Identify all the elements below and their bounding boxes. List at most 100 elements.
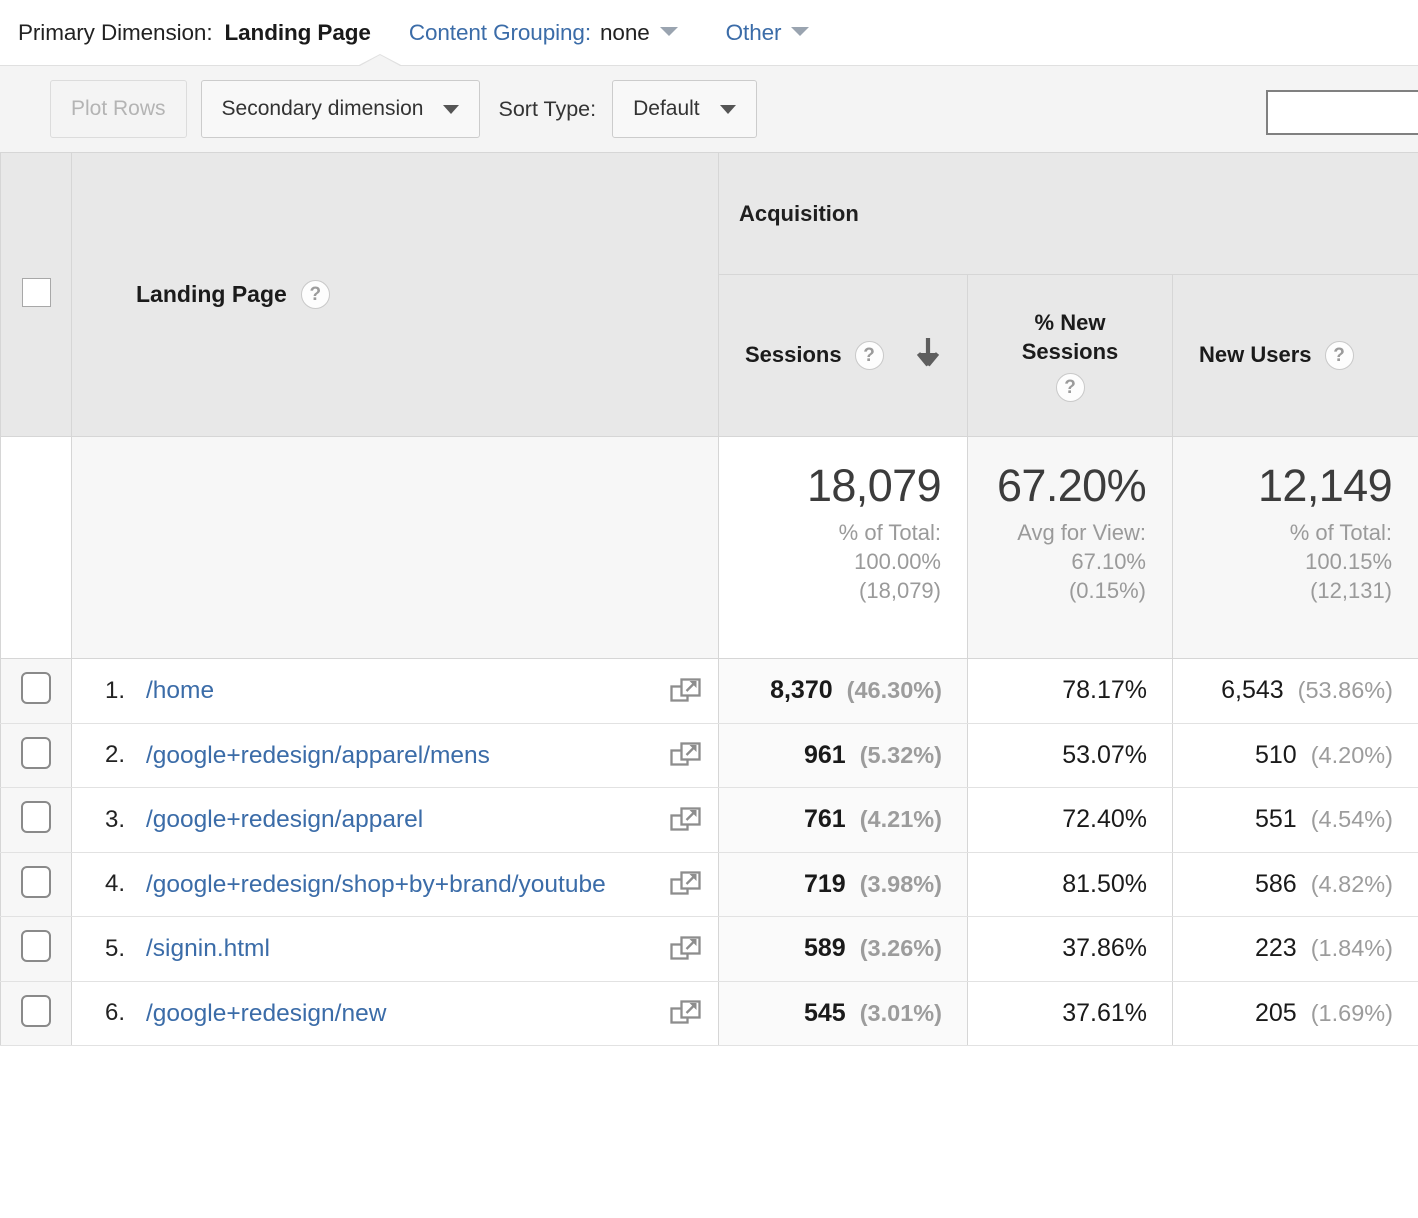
secondary-dimension-dropdown[interactable]: Secondary dimension [200, 80, 481, 138]
other-dimension-selector[interactable]: Other [726, 20, 810, 46]
table-totals-row: 18,079 % of Total: 100.00% (18,079) 67.2… [0, 436, 1418, 659]
row-select-cell [0, 852, 72, 918]
totals-new-users-sub3: (12,131) [1310, 578, 1393, 604]
row-new-users-percent: (1.84%) [1310, 935, 1394, 962]
table-row: 5. /signin.html 589 (3.26%) 37.86% 223 (1.… [0, 916, 1418, 982]
chevron-down-icon [791, 26, 810, 36]
row-new-users-value: 510 [1255, 740, 1297, 769]
content-grouping-selector[interactable]: Content Grouping: none [409, 20, 678, 46]
row-landing-page-link[interactable]: /google+redesign/apparel [146, 802, 654, 838]
row-checkbox[interactable] [21, 994, 51, 1027]
row-pct-new-sessions-value: 37.86% [1062, 934, 1147, 963]
open-in-new-window-icon[interactable] [654, 674, 718, 708]
row-sessions-value: 961 [803, 740, 846, 769]
row-checkbox[interactable] [21, 865, 51, 898]
row-sessions-percent: (3.01%) [859, 999, 942, 1026]
row-checkbox[interactable] [21, 736, 51, 769]
row-landing-page-link[interactable]: /google+redesign/shop+by+brand/youtube [146, 867, 654, 903]
sort-type-dropdown[interactable]: Default [612, 80, 757, 138]
open-in-new-window-icon[interactable] [654, 803, 718, 837]
help-icon[interactable]: ? [854, 341, 884, 370]
row-new-users-cell: 205 (1.69%) [1172, 981, 1418, 1047]
landing-page-header-label: Landing Page [136, 281, 287, 307]
row-checkbox[interactable] [21, 801, 51, 834]
help-icon[interactable]: ? [1055, 372, 1085, 402]
help-icon[interactable]: ? [300, 280, 330, 309]
totals-sessions-cell: 18,079 % of Total: 100.00% (18,079) [718, 436, 968, 659]
row-checkbox[interactable] [21, 672, 51, 705]
totals-pct-new-sessions-sub2: 67.10% [1071, 549, 1146, 575]
content-grouping-value: none [600, 19, 650, 45]
row-checkbox[interactable] [21, 930, 51, 963]
row-landing-page-cell: 1. /home [71, 658, 719, 724]
landing-page-report-table: Landing Page ? Acquisition Sessions ? % … [0, 152, 1418, 1047]
sessions-column-header[interactable]: Sessions ? [718, 274, 968, 437]
sort-descending-icon[interactable] [915, 336, 941, 375]
totals-new-users-cell: 12,149 % of Total: 100.15% (12,131) [1172, 436, 1418, 659]
row-select-cell [0, 787, 72, 853]
row-new-users-value: 586 [1255, 869, 1297, 898]
totals-pct-new-sessions-cell: 67.20% Avg for View: 67.10% (0.15%) [967, 436, 1173, 659]
totals-dimension-cell [71, 436, 719, 659]
help-icon[interactable]: ? [1324, 341, 1354, 370]
row-rank: 3. [105, 805, 126, 833]
row-sessions-cell: 961 (5.32%) [718, 723, 968, 789]
other-dimension-label: Other [725, 19, 782, 45]
row-sessions-cell: 761 (4.21%) [718, 787, 968, 853]
row-rank: 5. [105, 934, 126, 962]
row-new-users-cell: 510 (4.20%) [1172, 723, 1418, 789]
row-new-users-value: 223 [1255, 934, 1297, 963]
totals-new-users-sub1: % of Total: [1289, 519, 1393, 545]
sort-type-label: Sort Type: [498, 96, 597, 121]
plot-rows-button[interactable]: Plot Rows [50, 80, 187, 138]
row-select-cell [0, 658, 72, 724]
table-row: 6. /google+redesign/new 545 (3.01%) 37.61… [0, 981, 1418, 1047]
row-select-cell [0, 723, 72, 789]
row-new-users-value: 205 [1255, 998, 1297, 1027]
row-sessions-cell: 8,370 (46.30%) [718, 658, 968, 724]
totals-pct-new-sessions-value: 67.20% [996, 460, 1147, 511]
table-row: 2. /google+redesign/apparel/mens 961 (5.3… [0, 723, 1418, 789]
secondary-dimension-label: Secondary dimension [221, 97, 424, 120]
primary-dimension-active-tab[interactable]: Landing Page [225, 20, 371, 46]
totals-sessions-value: 18,079 [806, 460, 942, 511]
table-row: 3. /google+redesign/apparel 761 (4.21%) 7… [0, 787, 1418, 853]
row-sessions-cell: 719 (3.98%) [718, 852, 968, 918]
row-landing-page-cell: 6. /google+redesign/new [71, 981, 719, 1047]
open-in-new-window-icon[interactable] [654, 738, 718, 772]
row-new-users-percent: (4.20%) [1310, 741, 1394, 768]
row-new-users-cell: 586 (4.82%) [1172, 852, 1418, 918]
new-users-column-header[interactable]: New Users ? [1171, 274, 1418, 437]
row-sessions-cell: 545 (3.01%) [718, 981, 968, 1047]
new-users-header-label: New Users [1199, 342, 1312, 368]
row-rank: 4. [105, 870, 126, 898]
row-landing-page-link[interactable]: /home [146, 673, 654, 709]
table-row: 4. /google+redesign/shop+by+brand/youtub… [0, 852, 1418, 918]
open-in-new-window-icon[interactable] [654, 867, 718, 901]
row-sessions-percent: (3.26%) [859, 935, 942, 962]
row-landing-page-cell: 2. /google+redesign/apparel/mens [71, 723, 719, 789]
acquisition-group-header: Acquisition [717, 152, 1418, 275]
row-new-users-value: 551 [1255, 805, 1297, 834]
pct-new-sessions-column-header[interactable]: % New Sessions ? [967, 274, 1173, 437]
table-body: 1. /home 8,370 (46.30%) 78.17% 6,543 (53.8… [0, 658, 1418, 1047]
row-landing-page-link[interactable]: /google+redesign/apparel/mens [146, 738, 654, 774]
row-pct-new-sessions-cell: 72.40% [967, 787, 1173, 853]
row-select-cell [0, 916, 72, 982]
row-rank: 6. [105, 999, 126, 1027]
sessions-header-label: Sessions [745, 342, 842, 368]
table-header-group-row: Landing Page ? Acquisition [0, 152, 1418, 437]
totals-pct-new-sessions-sub3: (0.15%) [1068, 578, 1146, 604]
select-all-checkbox[interactable] [21, 277, 51, 307]
row-landing-page-link[interactable]: /google+redesign/new [146, 996, 654, 1032]
row-landing-page-link[interactable]: /signin.html [146, 931, 654, 967]
row-landing-page-cell: 3. /google+redesign/apparel [71, 787, 719, 853]
chevron-down-icon [443, 104, 460, 114]
row-pct-new-sessions-cell: 37.61% [967, 981, 1173, 1047]
row-sessions-percent: (5.32%) [859, 741, 942, 768]
row-sessions-value: 545 [803, 998, 846, 1027]
open-in-new-window-icon[interactable] [654, 996, 718, 1030]
table-search-input[interactable] [1266, 90, 1418, 135]
open-in-new-window-icon[interactable] [654, 932, 718, 966]
landing-page-header-cell[interactable]: Landing Page ? [71, 152, 719, 437]
